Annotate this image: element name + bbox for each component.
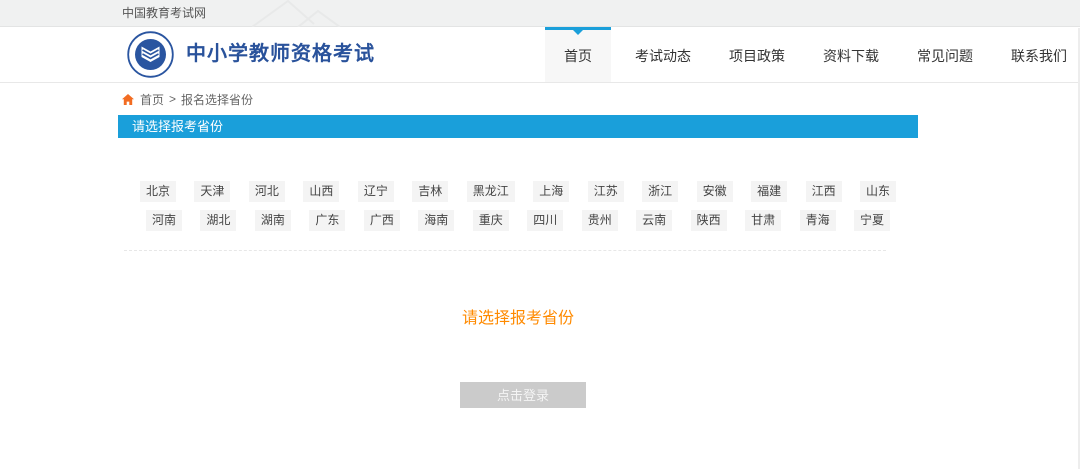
breadcrumb: 首页 > 报名选择省份 <box>122 91 253 107</box>
main-nav: 首页 考试动态 项目政策 资料下载 常见问题 联系我们 <box>540 27 1080 82</box>
province-button[interactable]: 重庆 <box>473 210 509 231</box>
province-button[interactable]: 河北 <box>249 181 285 202</box>
province-button[interactable]: 江苏 <box>588 181 624 202</box>
home-icon <box>122 94 134 105</box>
province-row-1: 北京 天津 河北 山西 辽宁 吉林 黑龙江 上海 江苏 浙江 安徽 福建 江西 … <box>118 181 918 202</box>
province-button[interactable]: 湖南 <box>255 210 291 231</box>
site-network-label: 中国教育考试网 <box>122 0 206 26</box>
province-button[interactable]: 天津 <box>194 181 230 202</box>
dotted-divider <box>124 250 886 251</box>
province-button[interactable]: 吉林 <box>412 181 448 202</box>
province-button[interactable]: 宁夏 <box>854 210 890 231</box>
province-button[interactable]: 甘肃 <box>745 210 781 231</box>
select-province-prompt: 请选择报考省份 <box>118 304 918 328</box>
tab-project-policy[interactable]: 项目政策 <box>715 27 799 82</box>
province-button[interactable]: 山东 <box>860 181 896 202</box>
province-button[interactable]: 四川 <box>527 210 563 231</box>
login-button[interactable]: 点击登录 <box>460 382 586 408</box>
tab-faq[interactable]: 常见问题 <box>903 27 987 82</box>
tab-exam-news[interactable]: 考试动态 <box>621 27 705 82</box>
site-header: 中小学教师资格考试 首页 考试动态 项目政策 资料下载 常见问题 联系我们 <box>0 27 1080 83</box>
province-button[interactable]: 北京 <box>140 181 176 202</box>
province-button[interactable]: 安徽 <box>697 181 733 202</box>
province-button[interactable]: 湖北 <box>200 210 236 231</box>
province-button[interactable]: 辽宁 <box>358 181 394 202</box>
province-button[interactable]: 贵州 <box>582 210 618 231</box>
province-button[interactable]: 广西 <box>364 210 400 231</box>
breadcrumb-home-link[interactable]: 首页 <box>140 91 164 108</box>
province-row-2: 河南 湖北 湖南 广东 广西 海南 重庆 四川 贵州 云南 陕西 甘肃 青海 宁… <box>118 210 918 231</box>
breadcrumb-separator: > <box>169 92 176 106</box>
province-button[interactable]: 广东 <box>309 210 345 231</box>
tab-contact-us[interactable]: 联系我们 <box>997 27 1080 82</box>
province-button[interactable]: 上海 <box>533 181 569 202</box>
breadcrumb-current: 报名选择省份 <box>181 91 253 108</box>
province-button[interactable]: 云南 <box>636 210 672 231</box>
province-button[interactable]: 青海 <box>800 210 836 231</box>
site-title: 中小学教师资格考试 <box>186 27 375 82</box>
site-logo-icon[interactable] <box>127 31 174 78</box>
province-button[interactable]: 海南 <box>418 210 454 231</box>
province-button[interactable]: 山西 <box>303 181 339 202</box>
province-button[interactable]: 江西 <box>806 181 842 202</box>
top-utility-bar: 中国教育考试网 <box>0 0 1080 27</box>
tab-home[interactable]: 首页 <box>545 27 611 82</box>
section-banner: 请选择报考省份 <box>118 115 918 138</box>
tab-downloads[interactable]: 资料下载 <box>809 27 893 82</box>
province-button[interactable]: 陕西 <box>691 210 727 231</box>
province-button[interactable]: 河南 <box>146 210 182 231</box>
province-button[interactable]: 福建 <box>751 181 787 202</box>
province-button[interactable]: 黑龙江 <box>467 181 515 202</box>
province-button[interactable]: 浙江 <box>642 181 678 202</box>
